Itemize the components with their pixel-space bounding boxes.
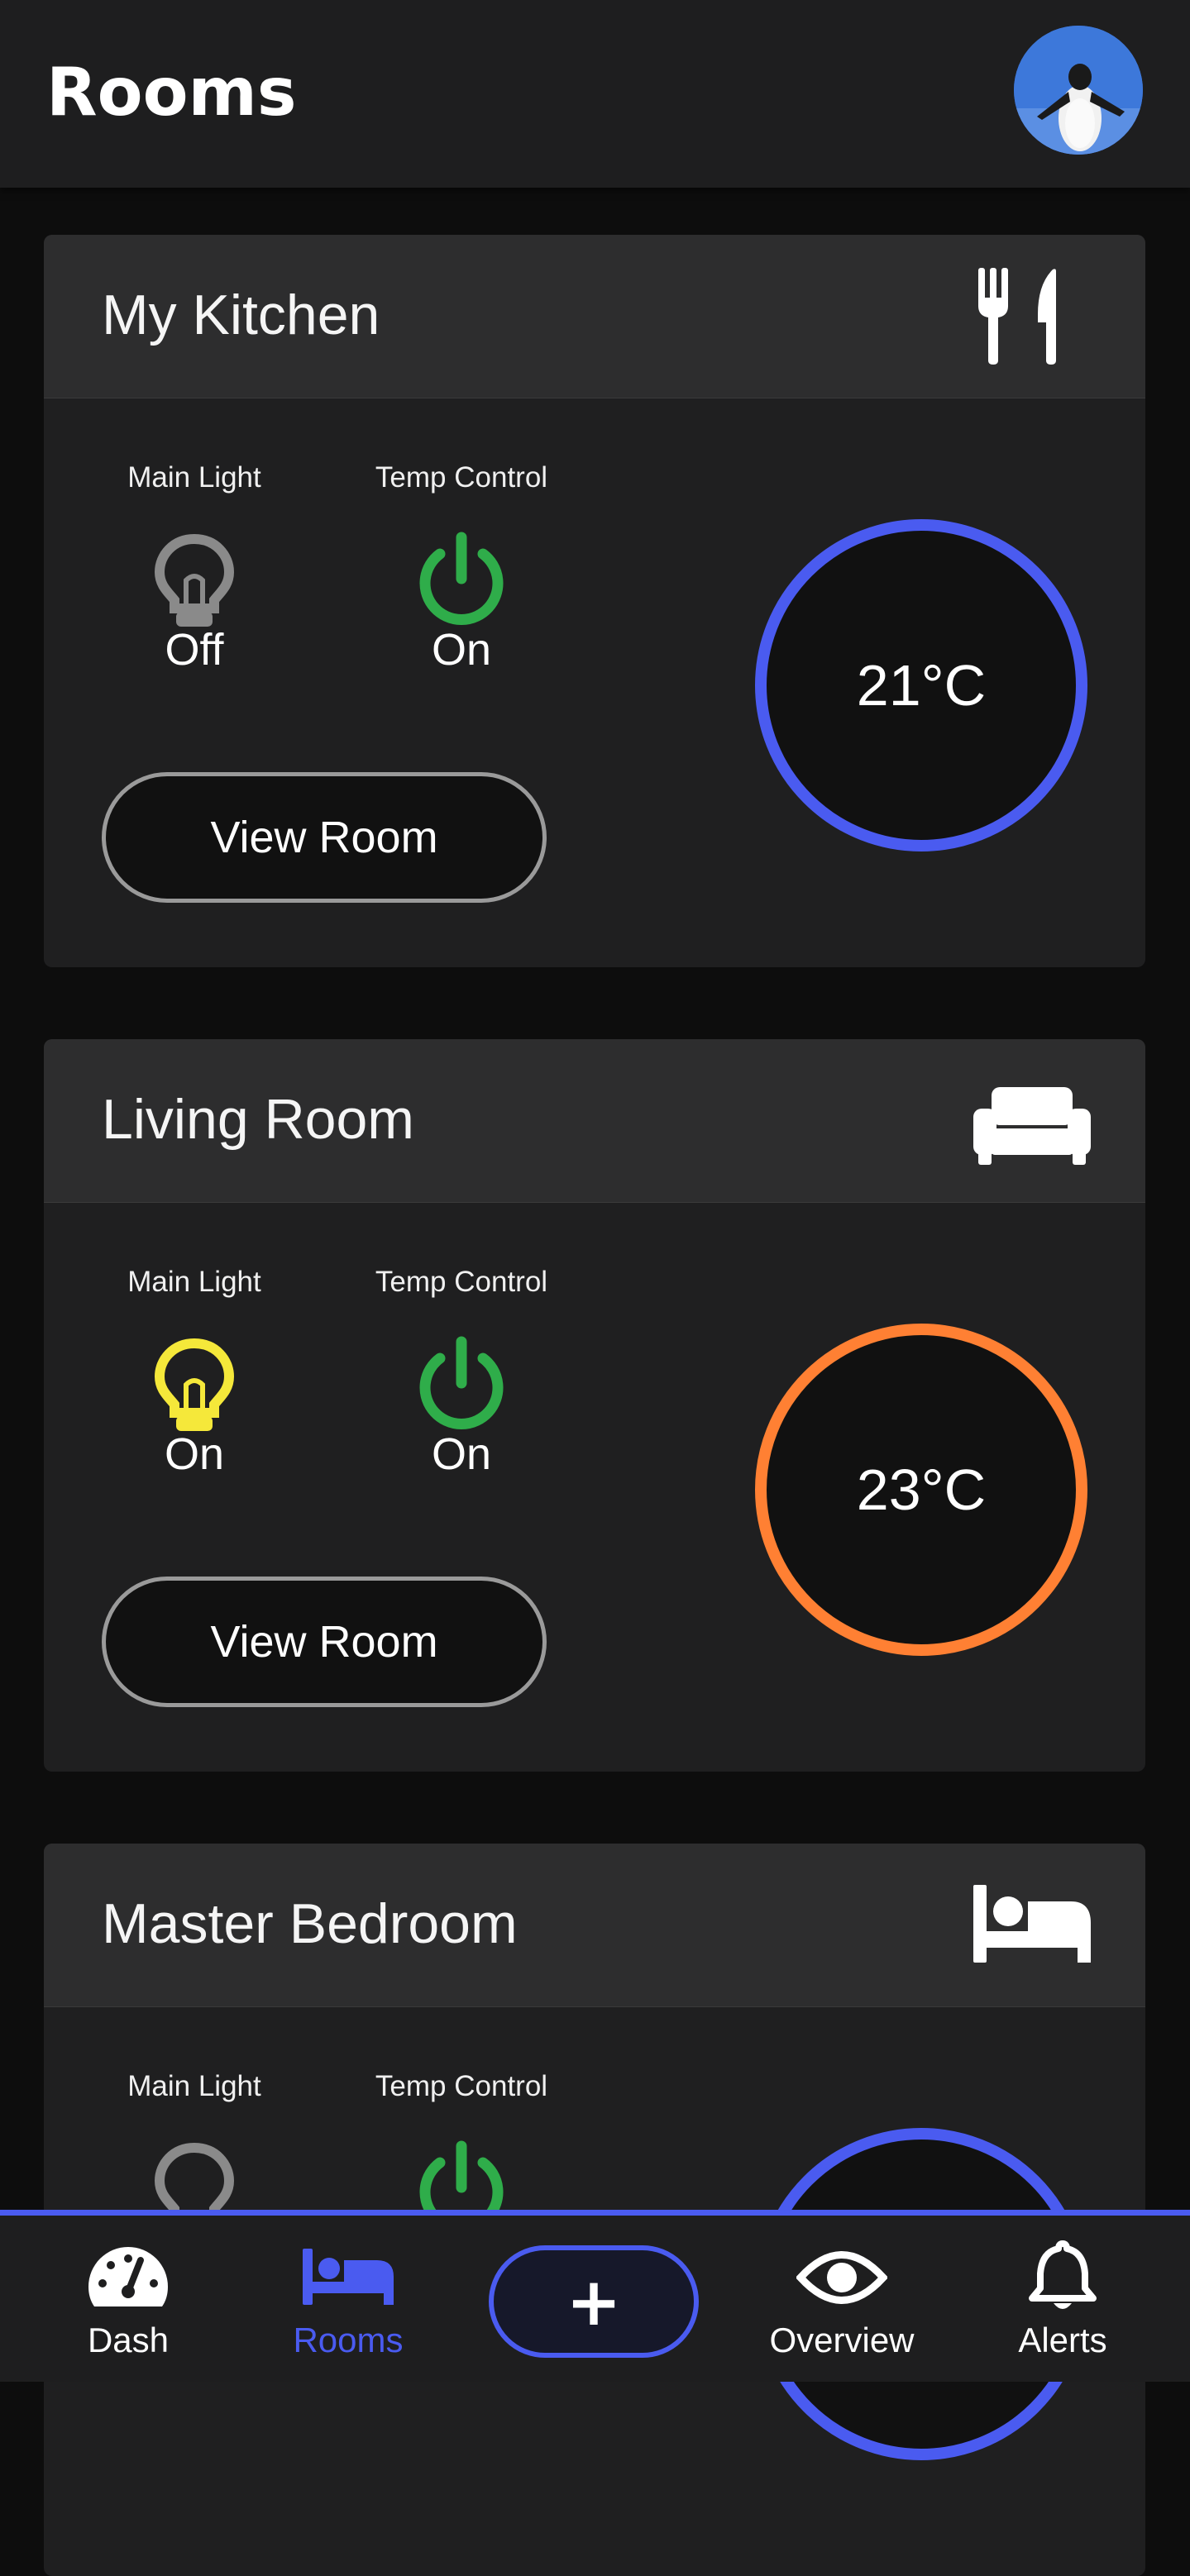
- power-icon: [419, 532, 504, 625]
- app-header: Rooms: [0, 0, 1190, 188]
- temp-control[interactable]: Temp Control On: [337, 460, 585, 675]
- temperature-value: 23°C: [856, 1457, 987, 1522]
- room-card-living-room: Living Room Main Light On Temp Control O…: [44, 1039, 1145, 1772]
- room-name: My Kitchen: [102, 284, 380, 346]
- main-light-control[interactable]: Main Light On: [70, 1264, 318, 1479]
- add-button[interactable]: +: [489, 2245, 699, 2358]
- bottom-nav: Dash Rooms + Overview Alerts: [0, 2210, 1190, 2382]
- room-name: Living Room: [102, 1088, 414, 1151]
- room-name: Master Bedroom: [102, 1892, 518, 1955]
- room-card-header: Master Bedroom: [44, 1844, 1145, 2007]
- eye-icon: [796, 2251, 887, 2304]
- bed-icon: [303, 2249, 394, 2305]
- temp-control-label: Temp Control: [375, 1266, 548, 1298]
- nav-label: Dash: [87, 2321, 170, 2359]
- power-icon: [419, 1336, 504, 1429]
- room-card-header: Living Room: [44, 1039, 1145, 1203]
- temp-control-state: On: [431, 1429, 492, 1479]
- main-light-control[interactable]: Main Light Off: [70, 460, 318, 675]
- main-light-label: Main Light: [127, 1266, 261, 1298]
- temp-control-label: Temp Control: [375, 2070, 548, 2102]
- temp-control-state: On: [431, 625, 492, 675]
- main-light-label: Main Light: [127, 461, 261, 494]
- nav-item-dash[interactable]: Dash: [58, 2216, 198, 2381]
- lightbulb-icon: [154, 533, 235, 627]
- nav-label: Alerts: [1018, 2321, 1107, 2359]
- nav-label: Rooms: [293, 2321, 404, 2359]
- add-icon: +: [566, 2263, 622, 2340]
- nav-item-alerts[interactable]: Alerts: [992, 2216, 1133, 2381]
- nav-item-overview[interactable]: Overview: [761, 2216, 923, 2381]
- page-title: Rooms: [46, 54, 297, 131]
- room-card-kitchen: My Kitchen Main Light Off Temp Control O…: [44, 235, 1145, 967]
- dashboard-gauge-icon: [88, 2247, 168, 2306]
- nav-item-rooms[interactable]: Rooms: [278, 2216, 418, 2381]
- temp-control[interactable]: Temp Control On: [337, 1264, 585, 1479]
- sofa-icon: [973, 1087, 1091, 1165]
- temperature-ring[interactable]: 23°C: [755, 1324, 1087, 1656]
- avatar[interactable]: [1014, 26, 1143, 155]
- main-light-label: Main Light: [127, 2070, 261, 2102]
- temperature-value: 21°C: [856, 653, 987, 718]
- temperature-ring[interactable]: 21°C: [755, 519, 1087, 852]
- main-light-state: Off: [165, 625, 224, 675]
- room-card-header: My Kitchen: [44, 235, 1145, 398]
- main-light-state: On: [164, 1429, 225, 1479]
- lightbulb-icon: [154, 1338, 235, 1431]
- view-room-button[interactable]: View Room: [102, 772, 547, 903]
- view-room-button[interactable]: View Room: [102, 1577, 547, 1707]
- bed-icon: [973, 1885, 1091, 1963]
- cutlery-icon: [978, 268, 1056, 365]
- nav-label: Overview: [769, 2321, 915, 2359]
- temp-control-label: Temp Control: [375, 461, 548, 494]
- bell-icon: [1029, 2240, 1097, 2309]
